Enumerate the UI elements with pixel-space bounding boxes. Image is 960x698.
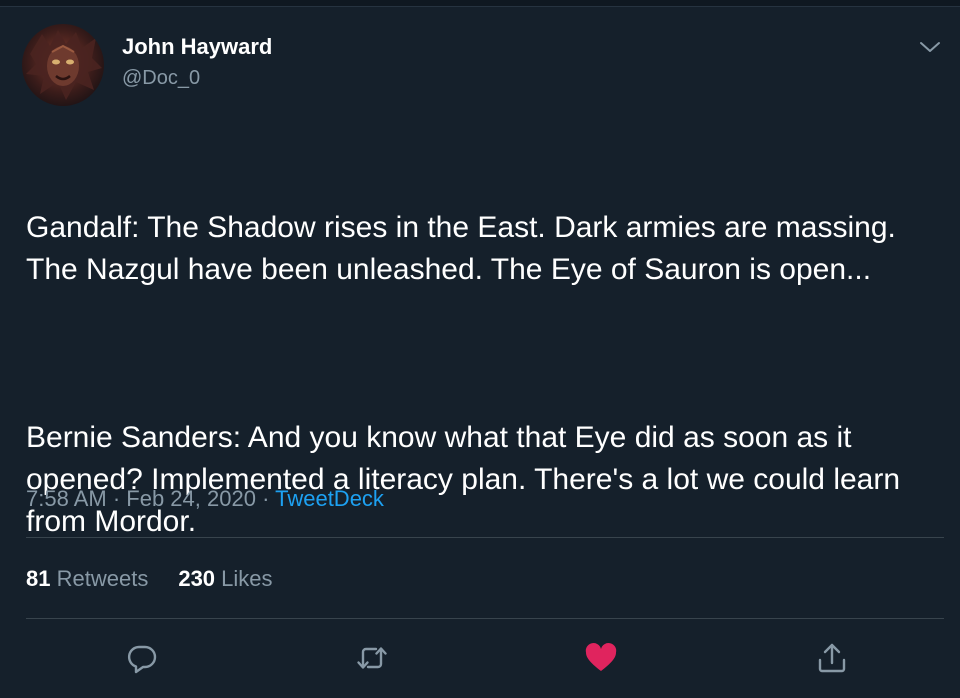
avatar[interactable] xyxy=(22,24,104,106)
tweet-paragraph: Gandalf: The Shadow rises in the East. D… xyxy=(26,211,904,286)
divider xyxy=(26,618,944,619)
retweets-stat[interactable]: 81 Retweets xyxy=(26,566,148,592)
reply-icon[interactable] xyxy=(124,640,160,676)
meta-separator: · xyxy=(255,486,276,511)
tweet-source-link[interactable]: TweetDeck xyxy=(275,486,384,511)
tweet-meta: 7:58 AM · Feb 24, 2020 · TweetDeck xyxy=(26,486,384,512)
tweet-stats: 81 Retweets 230 Likes xyxy=(26,566,303,592)
heart-icon[interactable] xyxy=(583,640,619,676)
share-icon[interactable] xyxy=(814,640,850,676)
chevron-down-icon[interactable] xyxy=(918,38,942,56)
likes-count: 230 xyxy=(178,566,216,591)
retweets-label: Retweets xyxy=(56,566,149,591)
meta-separator: · xyxy=(106,486,127,511)
likes-label: Likes xyxy=(221,566,273,591)
action-bar xyxy=(0,640,960,680)
author-handle[interactable]: @Doc_0 xyxy=(122,67,200,90)
tweet-text: Gandalf: The Shadow rises in the East. D… xyxy=(26,123,941,585)
tweet-date[interactable]: Feb 24, 2020 xyxy=(126,486,256,511)
author-name[interactable]: John Hayward xyxy=(122,34,272,60)
likes-stat[interactable]: 230 Likes xyxy=(178,566,272,592)
tweet-time[interactable]: 7:58 AM xyxy=(26,486,107,511)
retweet-icon[interactable] xyxy=(354,640,390,676)
divider xyxy=(26,537,944,538)
top-edge xyxy=(0,0,960,7)
retweets-count: 81 xyxy=(26,566,51,591)
tweet-paragraph: Bernie Sanders: And you know what that E… xyxy=(26,421,909,538)
